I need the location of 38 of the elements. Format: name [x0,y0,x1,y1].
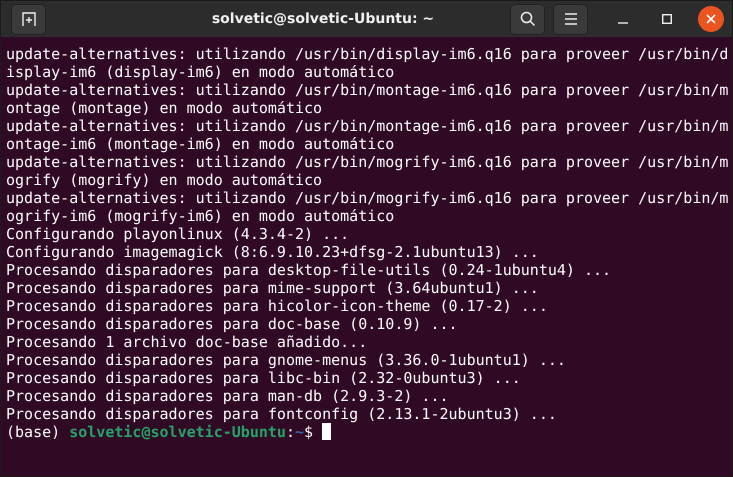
maximize-icon [662,14,672,24]
menu-icon [564,13,578,25]
terminal-line: update-alternatives: utilizando /usr/bin/mogrify-im6.q16 para proveer /usr/bin/m [6,189,730,207]
terminal-line: Procesando disparadores para hicolor-icon-theme (0.17-2) ... [6,297,549,315]
terminal-line: update-alternatives: utilizando /usr/bin/display-im6.q16 para proveer /usr/bin/d [6,45,730,63]
window-title: solvetic@solvetic-Ubuntu: ~ [210,11,436,27]
prompt-symbol: $ [304,423,314,441]
prompt-user-host: solvetic@solvetic-Ubuntu [69,423,286,441]
close-icon [706,14,716,24]
new-tab-button[interactable] [11,4,46,34]
search-icon [520,11,536,27]
terminal-line: ogrify-im6 (mogrify-im6) en modo automático [6,207,396,225]
terminal-line: Procesando disparadores para fontconfig (2.13.1-2ubuntu3) ... [6,405,558,423]
search-button[interactable] [510,4,545,34]
close-button[interactable] [698,6,724,32]
terminal-line: Procesando disparadores para doc-base (0.10.9) ... [6,315,459,333]
new-tab-icon [20,11,36,27]
terminal-line: update-alternatives: utilizando /usr/bin/montage-im6.q16 para proveer /usr/bin/m [6,117,730,135]
terminal-line: Procesando disparadores para mime-support (3.64ubuntu1) ... [6,279,540,297]
minimize-icon [618,22,628,24]
terminal-line: ogrify (mogrify) en modo automático [6,171,324,189]
terminal-line: Procesando disparadores para libc-bin (2.32-0ubuntu3) ... [6,369,522,387]
terminal-line: ontage-im6 (montage-im6) en modo automático [6,135,396,153]
menu-button[interactable] [553,4,588,34]
terminal-line: Procesando disparadores para man-db (2.9.3-2) ... [6,387,450,405]
terminal-line: isplay-im6 (display-im6) en modo automático [6,63,396,81]
terminal-line: Procesando disparadores para gnome-menus (3.36.0-1ubuntu1) ... [6,351,567,369]
prompt-path: ~ [295,423,304,441]
prompt-env: (base) [6,423,60,441]
prompt-separator: : [286,423,295,441]
terminal-line: ontage (montage) en modo automático [6,99,324,117]
terminal-line: update-alternatives: utilizando /usr/bin/montage-im6.q16 para proveer /usr/bin/m [6,81,730,99]
terminal-line: update-alternatives: utilizando /usr/bin/mogrify-im6.q16 para proveer /usr/bin/m [6,153,730,171]
text-cursor [322,423,332,440]
terminal-line: Procesando disparadores para desktop-file-utils (0.24-1ubuntu4) ... [6,261,612,279]
terminal-line: Configurando imagemagick (8:6.9.10.23+dfsg-2.1ubuntu13) ... [6,243,540,261]
terminal-line: Procesando 1 archivo doc-base añadido... [6,333,368,351]
terminal-line: Configurando playonlinux (4.3.4-2) ... [6,225,350,243]
